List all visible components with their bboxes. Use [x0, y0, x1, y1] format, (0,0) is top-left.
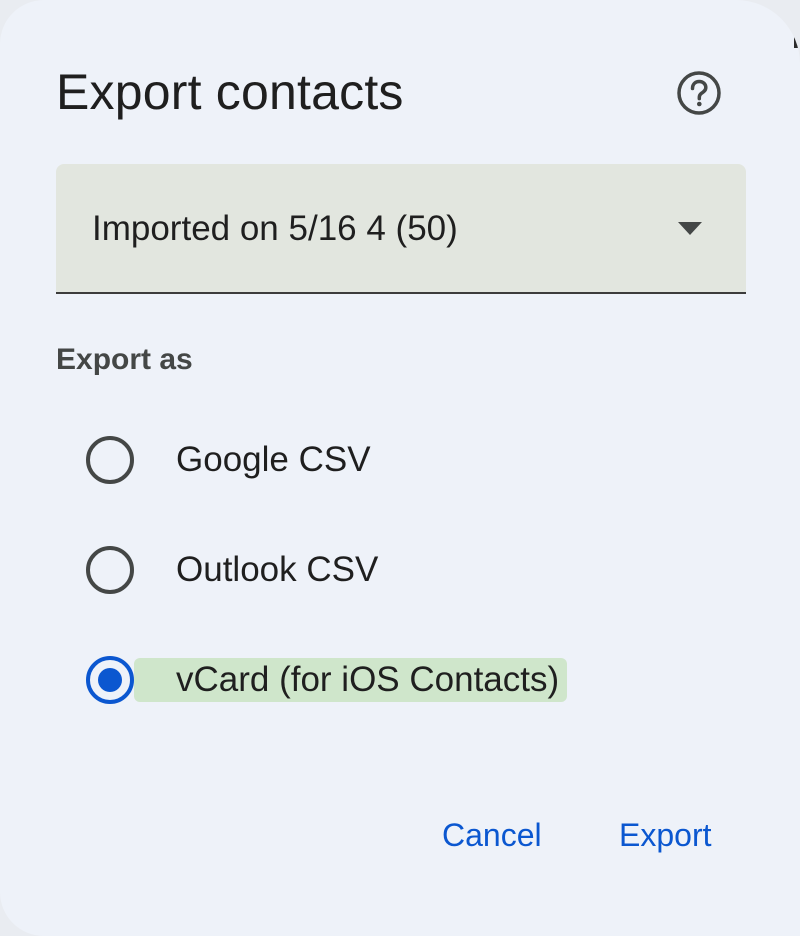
radio-label-vcard: vCard (for iOS Contacts) [134, 658, 568, 702]
cancel-button[interactable]: Cancel [442, 812, 542, 858]
radio-button-checked[interactable] [86, 656, 134, 704]
export-contacts-dialog: Export contacts Imported on 5/16 4 (50) … [0, 0, 800, 936]
contacts-select[interactable]: Imported on 5/16 4 (50) [56, 164, 746, 294]
radio-label-outlook-csv: Outlook CSV [176, 550, 379, 589]
dialog-title: Export contacts [56, 64, 404, 120]
contacts-select-value: Imported on 5/16 4 (50) [92, 209, 458, 248]
radio-button-unchecked[interactable] [86, 436, 134, 484]
radio-label-google-csv: Google CSV [176, 440, 371, 479]
export-as-label: Export as [56, 343, 193, 376]
window-edge-marker [794, 30, 800, 48]
radio-selected-dot [98, 668, 122, 692]
help-icon[interactable] [676, 70, 722, 116]
export-button[interactable]: Export [619, 812, 711, 858]
arrow-drop-down-icon [678, 222, 702, 235]
radio-button-unchecked[interactable] [86, 546, 134, 594]
